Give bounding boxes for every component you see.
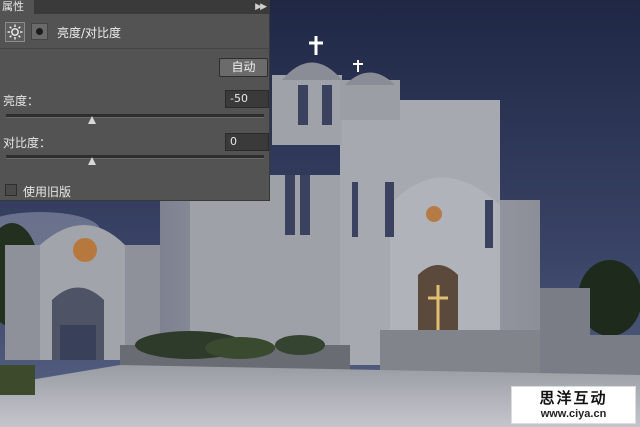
watermark-url: www.ciya.cn (540, 408, 607, 420)
contrast-input[interactable]: 0 (225, 133, 269, 151)
contrast-label: 对比度： (3, 136, 52, 150)
legacy-label: 使用旧版 (23, 185, 72, 199)
properties-panel: 属性 ▶▶ 亮度/对比度 自动 亮度： -50 对比度： 0 使用旧版 (0, 0, 270, 201)
watermark-title: 思洋互动 (539, 389, 608, 407)
brightness-input[interactable]: -50 (225, 90, 269, 108)
watermark-logo: 思洋互动 www.ciya.cn (511, 386, 636, 424)
legacy-checkbox[interactable] (5, 184, 17, 196)
brightness-sun-icon[interactable] (5, 22, 25, 42)
brightness-label: 亮度： (3, 94, 40, 108)
adjustment-title: 亮度/对比度 (57, 26, 122, 40)
adjustment-header: 亮度/对比度 (0, 14, 270, 49)
brightness-slider[interactable] (6, 114, 264, 124)
auto-button[interactable]: 自动 (219, 58, 268, 77)
contrast-slider-thumb[interactable] (88, 157, 96, 165)
panel-tab-bar: 属性 ▶▶ (0, 0, 269, 14)
layer-mask-icon[interactable] (31, 23, 48, 40)
mask-dot (36, 28, 43, 35)
brightness-slider-thumb[interactable] (88, 116, 96, 124)
contrast-slider[interactable] (6, 155, 264, 165)
double-chevron-right-icon[interactable]: ▶▶ (255, 0, 267, 14)
tab-properties[interactable]: 属性 (0, 0, 34, 14)
